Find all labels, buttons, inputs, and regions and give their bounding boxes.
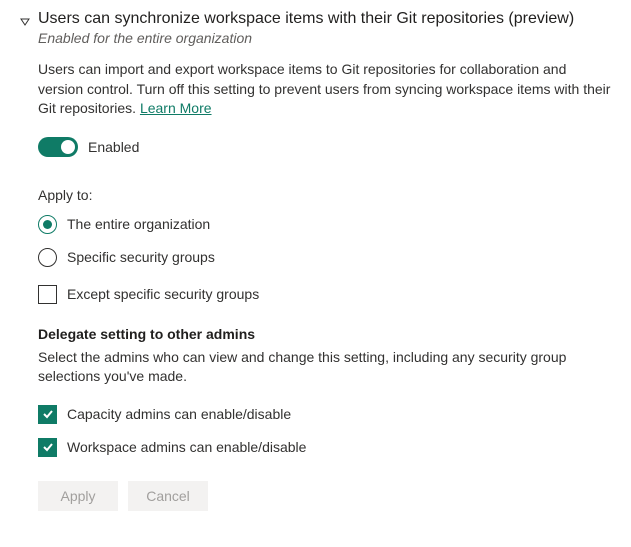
radio-entire-org[interactable]: [38, 215, 57, 234]
setting-title: Users can synchronize workspace items wi…: [38, 10, 611, 28]
except-groups-label: Except specific security groups: [67, 286, 259, 302]
workspace-admins-row: Workspace admins can enable/disable: [38, 438, 611, 457]
radio-entire-org-label: The entire organization: [67, 216, 210, 232]
radio-security-groups[interactable]: [38, 248, 57, 267]
learn-more-link[interactable]: Learn More: [140, 100, 212, 116]
checkbox-workspace-admins[interactable]: [38, 438, 57, 457]
button-row: Apply Cancel: [38, 481, 611, 511]
checkbox-except-groups[interactable]: [38, 285, 57, 304]
setting-subtitle: Enabled for the entire organization: [38, 30, 611, 46]
checkbox-capacity-admins[interactable]: [38, 405, 57, 424]
collapse-icon[interactable]: [20, 14, 30, 30]
description-text: Users can import and export workspace it…: [38, 61, 610, 116]
capacity-admins-label: Capacity admins can enable/disable: [67, 406, 291, 422]
apply-button[interactable]: Apply: [38, 481, 118, 511]
except-groups-row: Except specific security groups: [38, 285, 611, 304]
radio-security-groups-label: Specific security groups: [67, 249, 215, 265]
apply-to-security-groups-row: Specific security groups: [38, 248, 611, 267]
apply-to-entire-org-row: The entire organization: [38, 215, 611, 234]
apply-to-label: Apply to:: [38, 187, 611, 203]
workspace-admins-label: Workspace admins can enable/disable: [67, 439, 306, 455]
toggle-state-label: Enabled: [88, 139, 139, 155]
cancel-button[interactable]: Cancel: [128, 481, 208, 511]
enabled-toggle[interactable]: [38, 137, 78, 157]
setting-block: Users can synchronize workspace items wi…: [20, 10, 611, 511]
setting-content: Users can synchronize workspace items wi…: [38, 10, 611, 511]
capacity-admins-row: Capacity admins can enable/disable: [38, 405, 611, 424]
delegate-description: Select the admins who can view and chang…: [38, 348, 611, 387]
delegate-header: Delegate setting to other admins: [38, 326, 611, 342]
toggle-knob-icon: [61, 140, 75, 154]
enabled-toggle-row: Enabled: [38, 137, 611, 157]
setting-description: Users can import and export workspace it…: [38, 60, 611, 119]
